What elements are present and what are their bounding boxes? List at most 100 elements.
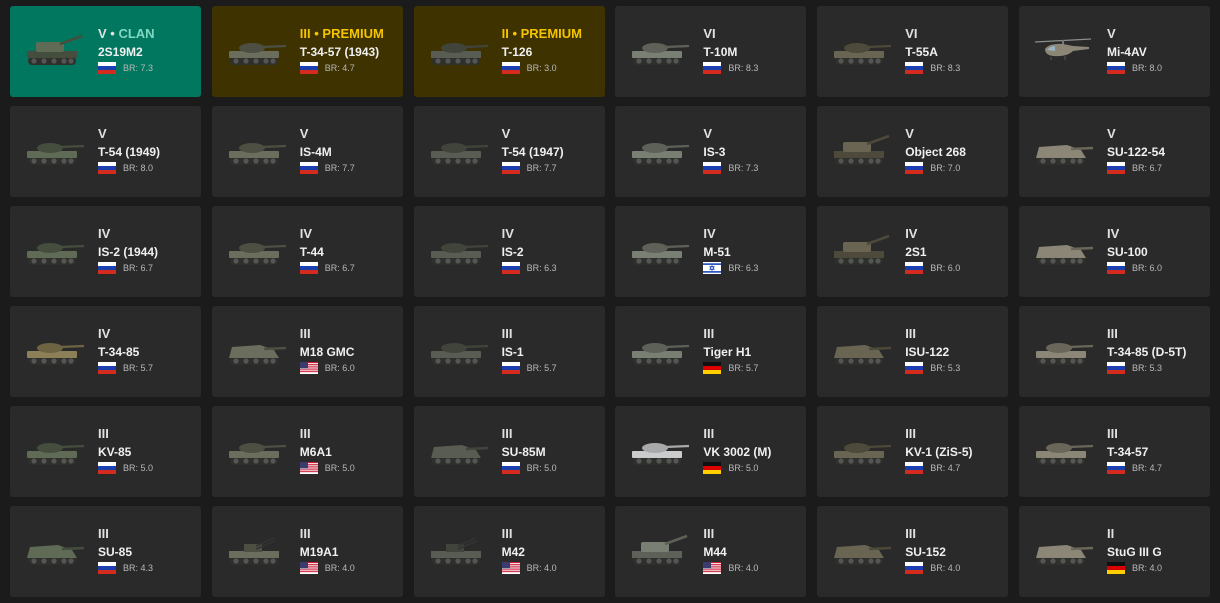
br-row: BR: 6.0 [905,262,1004,274]
vehicle-card[interactable]: V T-54 (1947) BR: 7.7 [413,106,605,197]
vehicle-card[interactable]: III SU-85M BR: 5.0 [413,406,605,497]
flag-ussr-icon [1106,462,1125,474]
tier-line: III [703,326,802,341]
tier-line: III [300,526,399,541]
vehicle-card[interactable]: III M6A1 BR: 5.0 [211,406,403,497]
vehicle-card[interactable]: III M44 BR: 4.0 [615,506,807,597]
vehicle-card[interactable]: V IS-3 BR: 7.3 [615,106,807,197]
tier-line: III [300,326,399,341]
vehicle-card[interactable]: III T-34-57 BR: 4.7 [1018,406,1210,497]
vehicle-card[interactable]: III IS-1 BR: 5.7 [413,306,605,397]
tier-line: V [98,126,197,141]
br-row: BR: 4.0 [501,562,601,574]
tier-label: III [905,326,917,341]
battle-rating: BR: 4.7 [1131,463,1162,473]
vehicle-info: III KV-85 BR: 5.0 [98,426,197,474]
flag-ussr-icon [501,362,520,374]
vehicle-card[interactable]: V • CLAN 2S19M2 BR: 7.3 [10,6,201,97]
vehicle-info: III T-34-85 (D-5T) BR: 5.3 [1106,326,1206,374]
vehicle-name: IS-1 [501,345,524,359]
flag-ussr-icon [299,162,318,174]
vehicle-card[interactable]: IV M-51 BR: 6.3 [615,206,807,297]
vehicle-card[interactable]: III • PREMIUM T-34-57 (1943) BR: 4.7 [211,6,403,97]
vehicle-name: T-44 [299,245,324,259]
vehicle-name: T-34-85 [98,345,140,359]
battle-rating: BR: 6.0 [1131,263,1162,273]
tank-icon [22,130,86,170]
spg-icon [22,30,86,70]
vehicle-name: KV-85 [98,445,132,459]
vehicle-info: III • PREMIUM T-34-57 (1943) BR: 4.7 [299,26,399,74]
vehicle-name: M19A1 [299,545,339,559]
tier-line: III [98,426,197,441]
vehicle-info: V IS-4M BR: 7.7 [299,126,399,174]
tier-label: III [1106,426,1118,441]
tier-label: V [98,26,107,41]
tier-label: III [703,426,715,441]
vehicle-card[interactable]: III M18 GMC BR: 6.0 [211,306,403,397]
tier-label: II [501,26,509,41]
vehicle-card[interactable]: II • PREMIUM T-126 BR: 3.0 [413,6,605,97]
vehicle-card[interactable]: IV T-44 BR: 6.7 [211,206,403,297]
vehicle-info: V IS-3 BR: 7.3 [703,126,802,174]
battle-rating: BR: 4.0 [930,563,961,573]
vehicle-card[interactable]: III M42 BR: 4.0 [413,506,605,597]
tank-destroyer-icon [829,530,893,570]
vehicle-card[interactable]: IV IS-2 BR: 6.3 [413,206,605,297]
battle-rating: BR: 4.0 [1131,563,1162,573]
flag-ussr-icon [703,62,722,74]
vehicle-card[interactable]: III VK 3002 (M) BR: 5.0 [615,406,807,497]
vehicle-card[interactable]: VI T-10M BR: 8.3 [615,6,807,97]
vehicle-card[interactable]: III T-34-85 (D-5T) BR: 5.3 [1018,306,1210,397]
flag-ussr-icon [905,162,924,174]
br-row: BR: 7.0 [905,162,1004,174]
vehicle-name: T-10M [703,45,738,59]
vehicle-card[interactable]: V IS-4M BR: 7.7 [211,106,403,197]
tier-line: III [905,526,1004,541]
battle-rating: BR: 8.0 [123,163,154,173]
vehicle-card[interactable]: VI T-55A BR: 8.3 [817,6,1009,97]
vehicle-card[interactable]: IV IS-2 (1944) BR: 6.7 [10,206,201,297]
vehicle-card[interactable]: V Object 268 BR: 7.0 [817,106,1009,197]
vehicle-card[interactable]: III KV-1 (ZiS-5) BR: 4.7 [817,406,1009,497]
vehicle-card[interactable]: IV SU-100 BR: 6.0 [1018,206,1210,297]
battle-rating: BR: 5.0 [526,463,557,473]
vehicle-name: VK 3002 (M) [703,445,772,459]
vehicle-card[interactable]: V SU-122-54 BR: 6.7 [1018,106,1210,197]
vehicle-info: III KV-1 (ZiS-5) BR: 4.7 [905,426,1004,474]
vehicle-card[interactable]: III SU-152 BR: 4.0 [817,506,1009,597]
tank-icon [627,230,691,270]
vehicle-card[interactable]: IV T-34-85 BR: 5.7 [10,306,201,397]
vehicle-info: III M44 BR: 4.0 [703,526,802,574]
tier-line: V [703,126,802,141]
vehicle-card[interactable]: III KV-85 BR: 5.0 [10,406,201,497]
br-row: BR: 8.0 [1106,62,1206,74]
tier-line: III [1107,326,1206,341]
vehicle-card[interactable]: IV 2S1 BR: 6.0 [817,206,1009,297]
flag-ussr-icon [98,262,116,274]
vehicle-name: IS-3 [703,145,726,159]
vehicle-card[interactable]: V Mi-4AV BR: 8.0 [1018,6,1210,97]
flag-ussr-icon [1106,262,1125,274]
vehicle-info: IV 2S1 BR: 6.0 [905,226,1004,274]
tier-label: III [905,526,917,541]
vehicle-card[interactable]: III M19A1 BR: 4.0 [211,506,403,597]
vehicle-card[interactable]: III SU-85 BR: 4.3 [10,506,201,597]
vehicle-card[interactable]: III Tiger H1 BR: 5.7 [615,306,807,397]
br-row: BR: 6.7 [299,262,399,274]
tank-icon [829,430,893,470]
vehicle-info: IV T-44 BR: 6.7 [299,226,399,274]
flag-ussr-icon [501,162,520,174]
vehicle-card[interactable]: V T-54 (1949) BR: 8.0 [10,106,201,197]
flag-ussr-icon [905,262,924,274]
vehicle-card[interactable]: II StuG III G BR: 4.0 [1018,506,1210,597]
tier-line: VI [703,26,802,41]
vehicle-card[interactable]: III ISU-122 BR: 5.3 [817,306,1009,397]
spg-icon [829,130,893,170]
tier-label: III [501,526,513,541]
battle-rating: BR: 6.7 [324,263,355,273]
battle-rating: BR: 5.7 [123,363,154,373]
flag-usa-icon [299,362,318,374]
tier-line: IV [905,226,1004,241]
helicopter-icon [1031,30,1095,70]
